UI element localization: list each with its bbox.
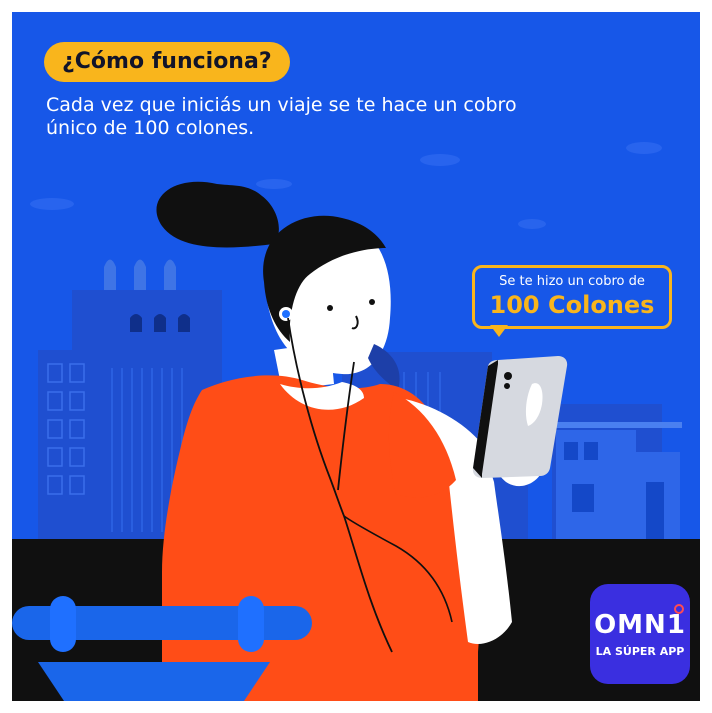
- bubble-tail: [490, 325, 508, 337]
- logo-dot-icon: [674, 604, 684, 614]
- omni-logo[interactable]: OMN1 LA SÚPER APP: [590, 584, 690, 684]
- bubble-amount: 100 Colones: [489, 291, 655, 319]
- charge-bubble: Se te hizo un cobro de 100 Colones: [472, 265, 672, 329]
- logo-wordmark: OMN1: [594, 610, 686, 640]
- bubble-line1: Se te hizo un cobro de: [499, 274, 645, 289]
- promo-card: ¿Cómo funciona? Cada vez que iniciás un …: [12, 12, 700, 701]
- title-pill: ¿Cómo funciona?: [44, 42, 290, 82]
- logo-tagline: LA SÚPER APP: [595, 645, 685, 658]
- subtitle: Cada vez que iniciás un viaje se te hace…: [46, 94, 517, 139]
